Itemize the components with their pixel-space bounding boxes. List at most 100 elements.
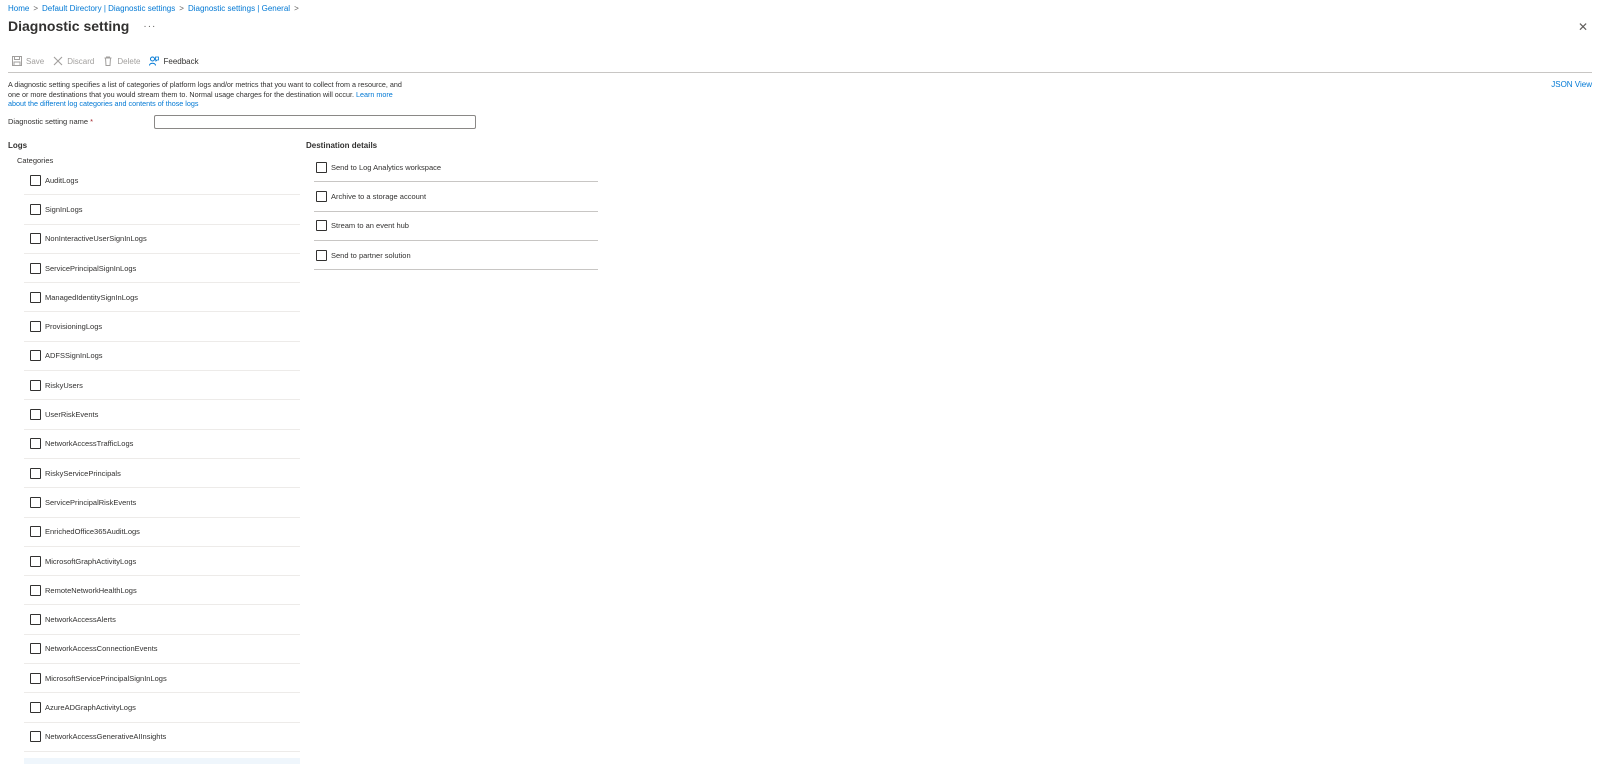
close-icon[interactable]: ✕ [1578, 21, 1588, 33]
category-checkbox[interactable] [30, 555, 41, 567]
discard-icon [53, 56, 63, 66]
chevron-right-icon: > [294, 4, 299, 13]
category-label: ServicePrincipalRiskEvents [45, 497, 137, 507]
category-row-risky-service-principals[interactable]: RiskyServicePrincipals [24, 459, 300, 489]
destination-row-archive-to-a-storage-account[interactable]: Archive to a storage account [314, 182, 598, 212]
category-checkbox[interactable] [30, 731, 41, 743]
category-row-risky-users[interactable]: RiskyUsers [24, 371, 300, 401]
category-checkbox[interactable] [30, 467, 41, 479]
destination-checkbox[interactable] [316, 190, 327, 202]
category-checkbox[interactable] [30, 233, 41, 245]
category-row-non-interactive-user-sign-in-logs[interactable]: NonInteractiveUserSignInLogs [24, 225, 300, 254]
category-row-microsoft-graph-activity-logs[interactable]: MicrosoftGraphActivityLogs [24, 547, 300, 577]
category-label: NetworkAccessAlerts [45, 615, 116, 625]
category-label: NetworkAccessTrafficLogs [45, 439, 134, 449]
category-row-service-principal-sign-in-logs[interactable]: ServicePrincipalSignInLogs [24, 254, 300, 284]
category-checkbox[interactable] [30, 379, 41, 391]
category-label: ADFSSignInLogs [45, 351, 103, 361]
category-row-network-access-connection-events[interactable]: NetworkAccessConnectionEvents [24, 635, 300, 665]
category-checkbox[interactable] [30, 174, 41, 186]
category-checkbox[interactable] [30, 203, 41, 215]
breadcrumb-diagnostic-settings-general[interactable]: Diagnostic settings | General [188, 4, 290, 13]
feedback-label: Feedback [163, 56, 199, 66]
destination-label: Send to Log Analytics workspace [331, 162, 442, 172]
category-label: SignInLogs [45, 204, 83, 214]
category-checkbox[interactable] [30, 409, 41, 421]
category-checkbox[interactable] [30, 643, 41, 655]
category-checkbox[interactable] [30, 526, 41, 538]
save-label: Save [26, 56, 45, 66]
category-row-enriched-office365-audit-logs[interactable]: EnrichedOffice365AuditLogs [24, 518, 300, 547]
category-checkbox[interactable] [30, 496, 41, 508]
delete-button[interactable]: Delete [103, 56, 140, 66]
log-categories-footer [24, 758, 300, 764]
json-view-link[interactable]: JSON View [1551, 80, 1592, 89]
save-button[interactable]: Save [12, 56, 44, 66]
destination-label: Stream to an event hub [331, 221, 409, 231]
breadcrumb-home[interactable]: Home [8, 4, 29, 13]
category-label: MicrosoftServicePrincipalSignInLogs [45, 673, 167, 683]
category-label: RiskyServicePrincipals [45, 468, 121, 478]
page-title: Diagnostic setting [8, 18, 130, 34]
destination-heading: Destination details [306, 141, 378, 150]
trash-icon [103, 56, 113, 66]
name-field-label: Diagnostic setting name * [8, 117, 93, 126]
description-text: A diagnostic setting specifies a list of… [8, 80, 402, 99]
required-marker: * [90, 117, 94, 126]
destination-checkbox[interactable] [316, 161, 327, 173]
save-icon [12, 56, 22, 66]
category-checkbox[interactable] [30, 438, 41, 450]
title-row: Diagnostic setting ··· [8, 18, 156, 34]
category-label: AuditLogs [45, 175, 79, 185]
destination-label: Send to partner solution [331, 250, 411, 260]
category-row-sign-in-logs[interactable]: SignInLogs [24, 195, 300, 225]
destination-row-stream-to-an-event-hub[interactable]: Stream to an event hub [314, 212, 598, 241]
chevron-right-icon: > [179, 4, 184, 13]
destination-checkbox[interactable] [316, 249, 327, 261]
destination-label: Archive to a storage account [331, 191, 427, 201]
diagnostic-setting-name-input[interactable] [154, 115, 476, 129]
category-label: ProvisioningLogs [45, 322, 103, 332]
category-checkbox[interactable] [30, 701, 41, 713]
logs-heading: Logs [8, 141, 28, 150]
category-checkbox[interactable] [30, 584, 41, 596]
category-label: MicrosoftGraphActivityLogs [45, 556, 137, 566]
category-row-microsoft-service-principal-sign-in-logs[interactable]: MicrosoftServicePrincipalSignInLogs [24, 664, 300, 694]
category-label: UserRiskEvents [45, 410, 99, 420]
more-options-icon[interactable]: ··· [143, 21, 156, 32]
feedback-button[interactable]: Feedback [149, 56, 199, 66]
log-categories-list: AuditLogs SignInLogs NonInteractiveUserSig… [24, 166, 300, 752]
category-row-adfssign-in-logs[interactable]: ADFSSignInLogs [24, 342, 300, 372]
category-label: ManagedIdentitySignInLogs [45, 292, 138, 302]
category-checkbox[interactable] [30, 614, 41, 626]
category-label: RemoteNetworkHealthLogs [45, 585, 137, 595]
category-checkbox[interactable] [30, 291, 41, 303]
discard-label: Discard [67, 56, 95, 66]
category-row-user-risk-events[interactable]: UserRiskEvents [24, 400, 300, 430]
category-row-network-access-traffic-logs[interactable]: NetworkAccessTrafficLogs [24, 430, 300, 459]
category-row-service-principal-risk-events[interactable]: ServicePrincipalRiskEvents [24, 488, 300, 518]
discard-button[interactable]: Discard [53, 56, 94, 66]
destination-row-send-to-log-analytics-workspace[interactable]: Send to Log Analytics workspace [314, 153, 598, 183]
category-row-network-access-alerts[interactable]: NetworkAccessAlerts [24, 605, 300, 635]
feedback-icon [149, 56, 160, 66]
category-row-provisioning-logs[interactable]: ProvisioningLogs [24, 312, 300, 342]
category-checkbox[interactable] [30, 321, 41, 333]
category-checkbox[interactable] [30, 350, 41, 362]
category-label: EnrichedOffice365AuditLogs [45, 527, 140, 537]
category-checkbox[interactable] [30, 672, 41, 684]
category-row-audit-logs[interactable]: AuditLogs [24, 166, 300, 196]
category-row-azure-adgraph-activity-logs[interactable]: AzureADGraphActivityLogs [24, 693, 300, 723]
name-field-label-text: Diagnostic setting name [8, 117, 89, 126]
category-row-managed-identity-sign-in-logs[interactable]: ManagedIdentitySignInLogs [24, 283, 300, 313]
toolbar-divider [8, 72, 1592, 73]
breadcrumb-default-directory[interactable]: Default Directory | Diagnostic settings [42, 4, 175, 13]
destination-checkbox[interactable] [316, 220, 327, 232]
category-label: RiskyUsers [45, 380, 83, 390]
toolbar: Save Discard Delete Feedback [12, 56, 208, 66]
category-checkbox[interactable] [30, 262, 41, 274]
category-row-network-access-generative-aiinsights[interactable]: NetworkAccessGenerativeAIInsights [24, 723, 300, 752]
categories-label: Categories [17, 156, 54, 165]
destination-row-send-to-partner-solution[interactable]: Send to partner solution [314, 241, 598, 271]
category-row-remote-network-health-logs[interactable]: RemoteNetworkHealthLogs [24, 576, 300, 606]
